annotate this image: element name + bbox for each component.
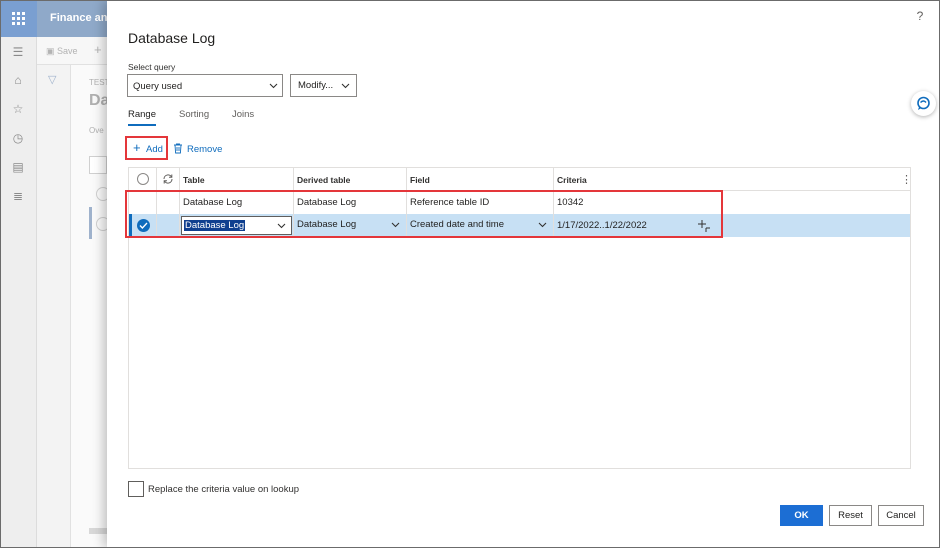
- chevron-down-icon: [341, 83, 350, 89]
- cell-table[interactable]: Database Log: [180, 191, 294, 214]
- tab-sorting[interactable]: Sorting: [179, 109, 209, 120]
- replace-criteria-label: Replace the criteria value on lookup: [148, 484, 300, 495]
- chat-bubble-icon: [917, 96, 930, 110]
- row-select-cell[interactable]: [129, 214, 157, 237]
- column-header-table[interactable]: Table: [180, 168, 294, 191]
- reset-button[interactable]: Reset: [829, 505, 872, 526]
- waffle-icon: [12, 12, 25, 25]
- chevron-down-icon: [538, 222, 547, 228]
- trash-icon: [174, 143, 182, 154]
- add-button[interactable]: + Add: [125, 136, 168, 160]
- filter-icon[interactable]: ▽: [48, 73, 56, 86]
- assistant-button[interactable]: [911, 91, 936, 116]
- row-selection-bar: [89, 207, 92, 239]
- cell-field[interactable]: Reference table ID: [407, 191, 554, 214]
- active-tab-indicator: [128, 124, 156, 126]
- row-select-cell[interactable]: [129, 191, 157, 214]
- modify-button[interactable]: Modify...: [290, 74, 357, 97]
- ok-button[interactable]: OK: [780, 505, 823, 526]
- remove-button-label: Remove: [187, 144, 223, 155]
- list-icon[interactable]: ≣: [11, 189, 25, 203]
- add-icon: +: [133, 140, 141, 155]
- more-options-icon[interactable]: ⋮: [901, 173, 912, 186]
- database-log-dialog: ? Database Log Select query Query used M…: [107, 1, 939, 547]
- derived-table-combo[interactable]: Database Log: [295, 216, 405, 235]
- cell-derived-table[interactable]: Database Log: [294, 214, 407, 237]
- dialog-title: Database Log: [128, 30, 216, 46]
- left-navigation: ☰ ⌂ ☆ ◷ ▤ ≣: [0, 37, 37, 548]
- cell-table[interactable]: Database Log: [180, 214, 294, 237]
- new-icon[interactable]: +: [94, 42, 102, 57]
- home-icon[interactable]: ⌂: [11, 73, 25, 87]
- tab-range[interactable]: Range: [128, 109, 156, 120]
- add-button-label: Add: [146, 144, 163, 155]
- clock-icon[interactable]: ◷: [11, 131, 25, 145]
- chevron-down-icon: [269, 83, 278, 89]
- search-box[interactable]: [89, 156, 107, 174]
- row-checked-icon: [137, 219, 150, 232]
- query-select-value: Query used: [133, 81, 183, 92]
- workspace-icon[interactable]: ▤: [11, 160, 25, 174]
- table-row-selected[interactable]: Database Log Database Log Created date a…: [129, 214, 910, 237]
- row-spacer-cell: [157, 191, 180, 214]
- range-grid: Table Derived table Field Criteria ⋮ Dat…: [128, 167, 912, 469]
- chevron-down-icon: [391, 222, 400, 228]
- app-title: Finance and: [50, 12, 115, 24]
- column-header-criteria[interactable]: Criteria: [554, 168, 724, 191]
- app-launcher-button[interactable]: [0, 0, 37, 37]
- derived-table-combo-value: Database Log: [297, 219, 357, 230]
- cell-derived-table[interactable]: Database Log: [294, 191, 407, 214]
- chevron-down-icon: [277, 223, 286, 229]
- cursor-move-icon: [698, 220, 710, 232]
- tab-overview[interactable]: Ove: [89, 126, 104, 135]
- field-combo[interactable]: Created date and time: [408, 216, 552, 235]
- replace-criteria-checkbox[interactable]: [128, 481, 144, 497]
- table-combo[interactable]: Database Log: [181, 216, 292, 235]
- table-row[interactable]: Database Log Database Log Reference tabl…: [129, 191, 910, 214]
- help-icon[interactable]: ?: [913, 9, 927, 23]
- row-spacer-cell: [157, 214, 180, 237]
- grid-header: Table Derived table Field Criteria ⋮: [129, 168, 912, 191]
- hamburger-icon[interactable]: ☰: [11, 45, 25, 59]
- save-button[interactable]: ▣ Save: [46, 46, 78, 57]
- select-all-circle-icon[interactable]: [137, 173, 149, 185]
- cell-field[interactable]: Created date and time: [407, 214, 554, 237]
- table-combo-value: Database Log: [184, 220, 246, 231]
- refresh-column: [157, 168, 180, 191]
- star-icon[interactable]: ☆: [11, 102, 25, 116]
- column-header-derived-table[interactable]: Derived table: [294, 168, 407, 191]
- select-all-column: [129, 168, 157, 191]
- column-header-field[interactable]: Field: [407, 168, 554, 191]
- query-select[interactable]: Query used: [127, 74, 283, 97]
- cancel-button[interactable]: Cancel: [878, 505, 924, 526]
- cell-criteria[interactable]: 10342: [554, 191, 724, 214]
- field-combo-value: Created date and time: [410, 219, 505, 230]
- select-query-label: Select query: [128, 62, 176, 72]
- page-panel: [70, 65, 110, 548]
- scrollbar[interactable]: [89, 528, 107, 534]
- refresh-icon[interactable]: [162, 173, 174, 185]
- tab-joins[interactable]: Joins: [232, 109, 254, 120]
